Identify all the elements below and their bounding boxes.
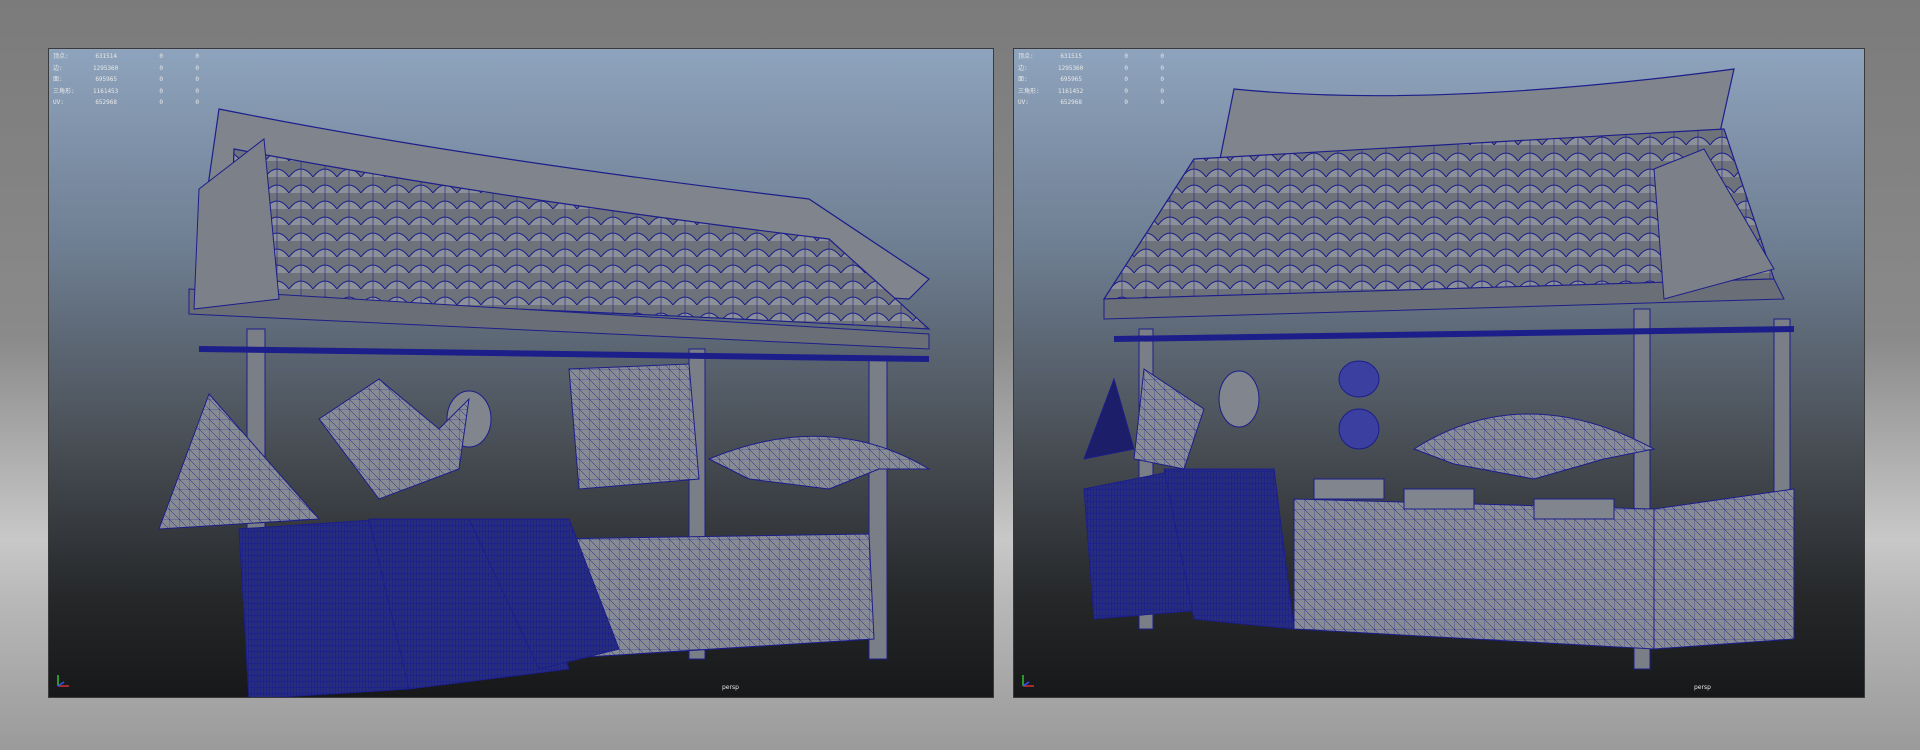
poly-count-hud: 顶点: 631514 0 0 边: 1295360 0 0 面: 695965 0 0 三角形: 1…: [53, 51, 199, 109]
hud-selected-extra: 0: [195, 76, 199, 83]
hud-label: 边:: [1018, 64, 1028, 72]
hud-selected-extra: 0: [1160, 64, 1164, 72]
hud-selected-count: 0: [1124, 99, 1128, 106]
hud-value: 695965: [1060, 76, 1082, 83]
hud-selected-extra: 0: [195, 87, 199, 95]
hud-row-edges: 边: 1295360 0 0: [53, 63, 199, 75]
hud-value: 695965: [95, 76, 117, 83]
hud-value: 631514: [95, 53, 117, 60]
hud-selected-extra: 0: [195, 64, 199, 72]
hud-value: 1295360: [93, 64, 119, 72]
stall-model-wireframe[interactable]: [49, 49, 994, 698]
hud-label: 三角形:: [53, 87, 75, 95]
axis-gizmo-icon: [1022, 675, 1034, 687]
hud-value: 1295360: [1058, 64, 1084, 72]
hud-row-faces: 面: 695965 0 0: [53, 74, 199, 86]
stall-model-wireframe[interactable]: [1014, 49, 1865, 698]
hud-value: 631515: [1060, 53, 1082, 60]
hud-row-triangles: 三角形: 1161453 0 0: [53, 86, 199, 98]
hud-row-faces: 面: 695965 0 0: [1018, 74, 1164, 86]
hud-value: 1161452: [1058, 87, 1084, 95]
hud-selected-extra: 0: [1160, 99, 1164, 106]
hud-value: 652968: [95, 99, 117, 106]
hud-label: 边:: [53, 64, 63, 72]
hud-selected-extra: 0: [195, 53, 199, 60]
camera-label: persp: [1694, 684, 1711, 691]
hud-row-vertices: 顶点: 631515 0 0: [1018, 51, 1164, 63]
viewport-right[interactable]: 顶点: 631515 0 0 边: 1295360 0 0 面: 695965 0 0 三角形: 1…: [1013, 48, 1865, 698]
hud-selected-count: 0: [159, 76, 163, 83]
hud-row-uvs: UV: 652968 0 0: [1018, 97, 1164, 109]
poly-count-hud: 顶点: 631515 0 0 边: 1295360 0 0 面: 695965 0 0 三角形: 1…: [1018, 51, 1164, 109]
hud-label: 顶点:: [53, 53, 69, 60]
hud-row-triangles: 三角形: 1161452 0 0: [1018, 86, 1164, 98]
hud-selected-count: 0: [1124, 64, 1128, 72]
hud-selected-count: 0: [159, 87, 163, 95]
hud-label: 顶点:: [1018, 53, 1034, 60]
hud-label: 三角形:: [1018, 87, 1040, 95]
hud-row-edges: 边: 1295360 0 0: [1018, 63, 1164, 75]
axis-gizmo-icon: [57, 675, 69, 687]
hud-selected-count: 0: [159, 64, 163, 72]
hud-selected-count: 0: [159, 99, 163, 106]
hud-selected-count: 0: [1124, 53, 1128, 60]
hud-selected-extra: 0: [195, 99, 199, 106]
hud-label: 面:: [53, 76, 63, 83]
hud-selected-extra: 0: [1160, 76, 1164, 83]
hud-value: 652968: [1060, 99, 1082, 106]
hud-label: 面:: [1018, 76, 1028, 83]
hud-value: 1161453: [93, 87, 119, 95]
hud-row-vertices: 顶点: 631514 0 0: [53, 51, 199, 63]
hud-selected-count: 0: [159, 53, 163, 60]
camera-label: persp: [722, 684, 739, 691]
hud-selected-count: 0: [1124, 87, 1128, 95]
hud-label: UV:: [1018, 99, 1029, 106]
hud-selected-extra: 0: [1160, 53, 1164, 60]
hud-row-uvs: UV: 652968 0 0: [53, 97, 199, 109]
hud-selected-count: 0: [1124, 76, 1128, 83]
hud-label: UV:: [53, 99, 64, 106]
viewport-left[interactable]: 顶点: 631514 0 0 边: 1295360 0 0 面: 695965 0 0 三角形: 1…: [48, 48, 994, 698]
hud-selected-extra: 0: [1160, 87, 1164, 95]
